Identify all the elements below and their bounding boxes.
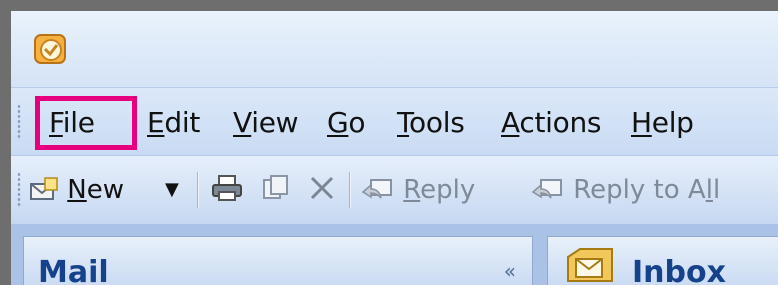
new-dropdown-arrow[interactable]: ▼	[165, 168, 179, 212]
menu-file[interactable]: File	[49, 106, 95, 140]
reply-label: eply	[420, 175, 476, 205]
menu-go-accel: G	[327, 106, 349, 139]
dropdown-arrow-icon: ▼	[165, 179, 179, 200]
menu-file-label: ile	[62, 106, 95, 139]
menu-actions-accel: A	[501, 106, 520, 139]
delete-button[interactable]	[307, 168, 337, 212]
menubar-grip[interactable]	[17, 104, 21, 140]
menu-tools-accel: T	[397, 106, 410, 139]
menu-view[interactable]: View	[233, 106, 299, 140]
standard-toolbar: New ▼ Reply Reply to All	[11, 155, 778, 225]
delete-icon	[310, 176, 334, 200]
title-bar	[11, 11, 778, 87]
menu-actions-label: ctions	[519, 106, 602, 139]
inbox-icon	[567, 248, 613, 282]
outlook-window: File Edit View Go Tools Actions Help New…	[0, 0, 778, 285]
menu-bar: File Edit View Go Tools Actions Help	[11, 87, 778, 156]
menu-help-accel: H	[631, 106, 652, 139]
menu-view-label: iew	[251, 106, 299, 139]
menu-help[interactable]: Help	[631, 106, 694, 140]
reply-all-accel: l	[705, 175, 713, 205]
menu-edit-accel: E	[147, 106, 165, 139]
toolbar-separator-2	[349, 172, 351, 208]
move-to-folder-button[interactable]	[261, 168, 291, 212]
menu-view-accel: V	[233, 106, 252, 139]
collapse-pane-icon[interactable]: «	[504, 259, 516, 283]
menu-actions[interactable]: Actions	[501, 106, 602, 140]
menu-edit[interactable]: Edit	[147, 106, 200, 140]
reply-button[interactable]: Reply	[361, 168, 475, 212]
outlook-app-icon[interactable]	[33, 31, 69, 67]
toolbar-separator	[197, 172, 199, 208]
toolbar-grip[interactable]	[17, 172, 21, 208]
menu-go-label: o	[348, 106, 366, 139]
new-accel: N	[67, 175, 87, 205]
menu-file-accel: F	[49, 106, 63, 139]
content-pane: Inbox	[547, 236, 778, 285]
reply-all-icon	[531, 179, 562, 199]
menu-go[interactable]: Go	[327, 106, 366, 140]
reply-icon	[361, 179, 392, 199]
reply-all-button[interactable]: Reply to All	[529, 168, 720, 212]
new-label: ew	[86, 175, 124, 205]
reply-all-label-end: l	[712, 175, 721, 205]
reply-all-label-start: Reply to A	[573, 175, 706, 205]
menu-help-label: elp	[651, 106, 694, 139]
move-icon	[263, 175, 288, 199]
menu-tools[interactable]: Tools	[397, 106, 465, 140]
menu-tools-label: ools	[409, 106, 465, 139]
reply-accel: R	[403, 175, 421, 205]
menu-edit-label: dit	[164, 106, 201, 139]
pane-area: Mail « Inbox	[11, 224, 778, 285]
print-icon	[212, 175, 242, 201]
print-button[interactable]	[211, 168, 243, 212]
new-button[interactable]: New	[29, 168, 124, 212]
content-pane-title: Inbox	[632, 255, 726, 285]
new-mail-icon	[30, 177, 58, 200]
navigation-pane-title: Mail	[38, 255, 109, 285]
navigation-pane: Mail «	[23, 236, 533, 285]
